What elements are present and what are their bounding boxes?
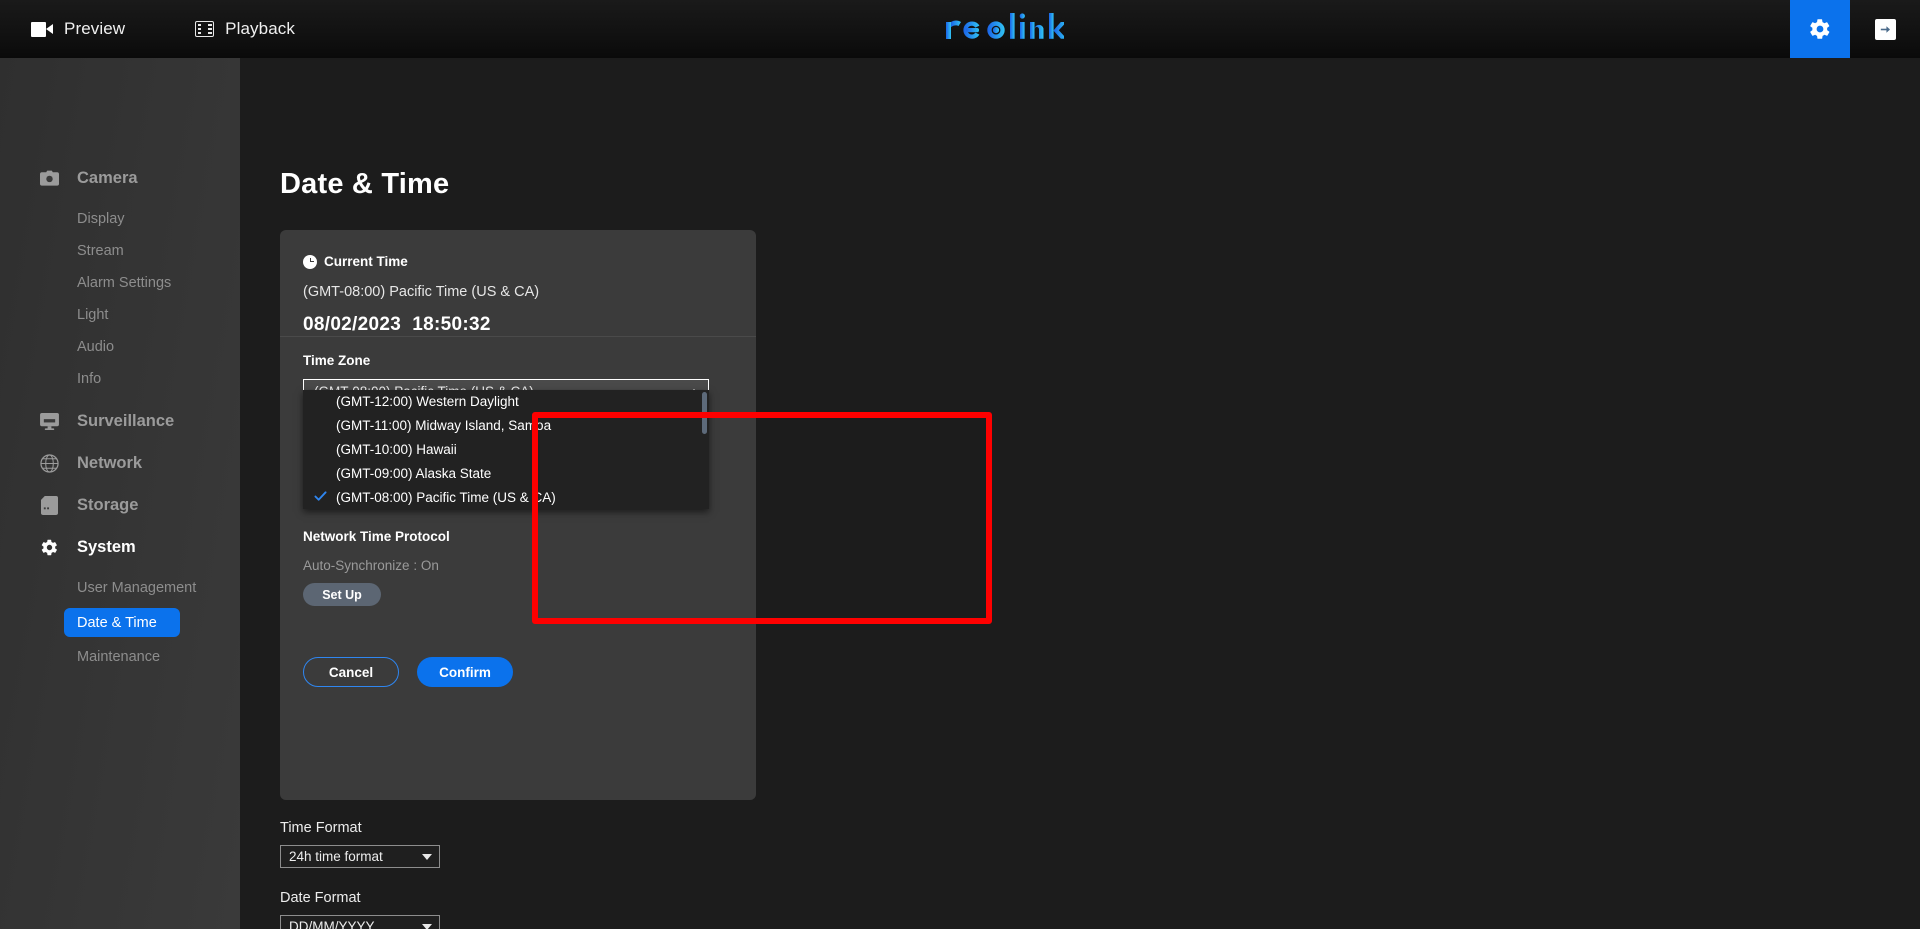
reolink-logo <box>944 11 1064 45</box>
sidebar-subitem-user-management[interactable]: User Management <box>0 572 240 604</box>
dropdown-option-label: (GMT-12:00) Western Daylight <box>336 394 519 410</box>
sidebar-item-network-label: Network <box>77 453 143 472</box>
sidebar-subitem-audio-label: Audio <box>77 339 115 355</box>
sidebar-subitem-stream-label: Stream <box>77 243 124 259</box>
clock-icon <box>303 254 317 269</box>
sidebar-item-system[interactable]: System <box>0 531 240 563</box>
sidebar-subitem-stream[interactable]: Stream <box>0 235 240 267</box>
sidebar-item-storage[interactable]: Storage <box>0 489 240 521</box>
ntp-label: Network Time Protocol <box>303 529 450 544</box>
film-strip-icon <box>195 21 215 37</box>
auto-synchronize-row: Auto-Synchronize : On <box>303 558 723 573</box>
set-up-button[interactable]: Set Up <box>303 583 381 606</box>
sidebar-subitem-light[interactable]: Light <box>0 299 240 331</box>
dropdown-option-label: (GMT-08:00) Pacific Time (US & CA) <box>336 489 556 505</box>
sidebar-subitem-alarm-settings[interactable]: Alarm Settings <box>0 267 240 299</box>
dropdown-option[interactable]: (GMT-09:00) Alaska State <box>303 461 709 485</box>
page-title: Date & Time <box>280 168 450 200</box>
top-bar: Preview Playback <box>0 0 1920 58</box>
date-time-card: Current Time (GMT-08:00) Pacific Time (U… <box>280 230 756 800</box>
date-format-value: DD/MM/YYYY <box>289 919 375 929</box>
settings-button[interactable] <box>1790 0 1850 58</box>
sidebar-item-surveillance-label: Surveillance <box>77 411 175 430</box>
card-divider <box>280 336 756 337</box>
gear-icon <box>38 536 60 558</box>
sidebar-item-surveillance[interactable]: Surveillance <box>0 405 240 437</box>
dropdown-option-label: (GMT-11:00) Midway Island, Samoa <box>336 418 552 434</box>
dropdown-option[interactable]: (GMT-12:00) Western Daylight <box>303 390 709 414</box>
sidebar: Camera Display Stream Alarm Settings Lig… <box>0 58 240 929</box>
date-format-select[interactable]: DD/MM/YYYY <box>280 915 440 929</box>
check-icon <box>314 491 327 501</box>
logout-button[interactable] <box>1850 0 1920 58</box>
sidebar-subitem-display[interactable]: Display <box>0 203 240 235</box>
time-format-label: Time Format <box>280 820 362 836</box>
current-time-heading-label: Current Time <box>324 254 408 269</box>
card-actions: Cancel Confirm <box>303 657 513 687</box>
date-format-label: Date Format <box>280 890 361 906</box>
auto-synchronize-value: On <box>420 558 439 573</box>
sidebar-subitem-alarm-settings-label: Alarm Settings <box>77 275 172 291</box>
current-datetime: 08/02/2023 18:50:32 <box>280 300 756 336</box>
date-format-field: Date Format DD/MM/YYYY <box>280 890 440 929</box>
top-nav-playback-label: Playback <box>225 19 295 38</box>
chevron-down-icon <box>422 923 432 929</box>
top-bar-right-actions <box>1790 0 1920 58</box>
current-date-value: 08/02/2023 <box>303 314 402 335</box>
current-time-value: 18:50:32 <box>412 314 491 335</box>
sidebar-item-storage-label: Storage <box>77 495 139 514</box>
cancel-button[interactable]: Cancel <box>303 657 399 687</box>
sidebar-subitem-user-management-label: User Management <box>77 580 197 596</box>
dropdown-option[interactable]: (GMT-11:00) Midway Island, Samoa <box>303 414 709 438</box>
ntp-section: Network Time Protocol Auto-Synchronize :… <box>303 529 723 606</box>
top-nav-preview-label: Preview <box>64 19 126 38</box>
video-camera-icon <box>31 21 53 37</box>
sidebar-subitem-info[interactable]: Info <box>0 363 240 395</box>
sidebar-item-system-label: System <box>77 537 136 556</box>
camera-icon <box>38 167 60 189</box>
main-content: Date & Time Current Time (GMT-08:00) Pac… <box>240 58 1920 929</box>
sidebar-subitem-maintenance-label: Maintenance <box>77 649 161 665</box>
confirm-button[interactable]: Confirm <box>417 657 513 687</box>
monitor-icon <box>38 410 60 432</box>
dropdown-option-label: (GMT-10:00) Hawaii <box>336 441 457 457</box>
sidebar-subitem-maintenance[interactable]: Maintenance <box>0 641 240 673</box>
sidebar-subitem-audio[interactable]: Audio <box>0 331 240 363</box>
dropdown-option-label: (GMT-09:00) Alaska State <box>336 465 492 481</box>
time-format-select[interactable]: 24h time format <box>280 845 440 868</box>
sidebar-subitem-date-time[interactable]: Date & Time <box>64 608 180 637</box>
logout-icon <box>1874 18 1896 40</box>
time-zone-dropdown[interactable]: (GMT-12:00) Western Daylight (GMT-11:00)… <box>303 390 709 509</box>
top-nav-preview[interactable]: Preview <box>27 0 129 58</box>
time-format-value: 24h time format <box>289 849 383 864</box>
auto-synchronize-label: Auto-Synchronize <box>303 558 410 573</box>
sidebar-item-camera-label: Camera <box>77 168 138 187</box>
time-zone-label: Time Zone <box>303 353 371 368</box>
top-nav-playback[interactable]: Playback <box>191 0 299 58</box>
dropdown-option-selected[interactable]: (GMT-08:00) Pacific Time (US & CA) <box>303 485 709 509</box>
sidebar-subitem-date-time-label: Date & Time <box>77 614 157 631</box>
gear-icon <box>1810 19 1830 39</box>
sidebar-subitem-display-label: Display <box>77 211 125 227</box>
sidebar-group-camera: Camera Display Stream Alarm Settings Lig… <box>0 58 240 395</box>
sidebar-item-network[interactable]: Network <box>0 447 240 479</box>
current-timezone-value: (GMT-08:00) Pacific Time (US & CA) <box>303 284 540 300</box>
sidebar-subitem-info-label: Info <box>77 371 102 387</box>
globe-icon <box>38 452 60 474</box>
dropdown-option[interactable]: (GMT-10:00) Hawaii <box>303 438 709 462</box>
auto-synchronize-separator: : <box>413 558 418 573</box>
sidebar-item-camera[interactable]: Camera <box>0 162 240 194</box>
current-time-heading: Current Time <box>280 230 756 269</box>
time-format-field: Time Format 24h time format <box>280 820 440 868</box>
sidebar-subitem-light-label: Light <box>77 307 109 323</box>
sdcard-icon <box>38 494 60 516</box>
chevron-down-icon <box>422 853 432 860</box>
